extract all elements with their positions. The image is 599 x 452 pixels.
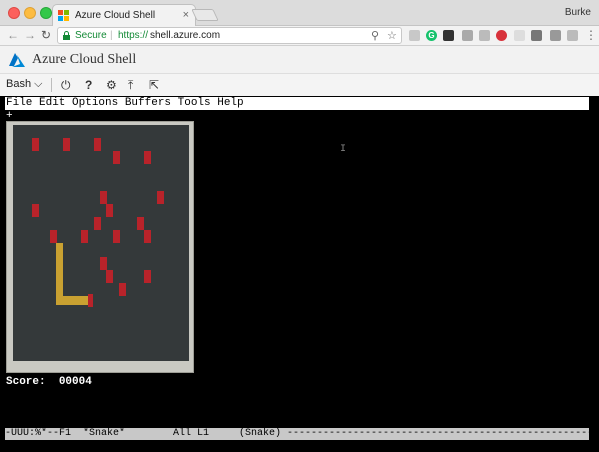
food-block — [94, 217, 101, 230]
vuejs-extension-icon[interactable] — [462, 30, 473, 41]
browser-toolbar: ← → ↻ Secure | https:// shell.azure.com … — [0, 26, 599, 46]
shell-type-label: Bash — [6, 78, 32, 90]
emacs-menu-bar[interactable]: File Edit Options Buffers Tools Help — [5, 97, 589, 110]
food-block — [94, 138, 101, 151]
grammarly-extension-icon[interactable]: G — [426, 30, 437, 41]
zoom-icon[interactable]: ⚲ — [371, 29, 379, 42]
food-block — [32, 138, 39, 151]
lock-icon — [63, 31, 70, 40]
food-block — [157, 191, 164, 204]
portal-header: Azure Cloud Shell — [0, 46, 599, 74]
snake-board — [13, 125, 189, 361]
score-label: Score: — [6, 376, 46, 388]
bookmark-star-icon[interactable]: ☆ — [387, 29, 397, 42]
screenshot-extension-icon[interactable] — [550, 30, 561, 41]
food-block — [63, 138, 70, 151]
score-display: Score: 00004 — [6, 376, 92, 388]
minimize-window-button[interactable] — [24, 7, 36, 19]
microsoft-logo-icon — [58, 10, 69, 21]
portal-title: Azure Cloud Shell — [32, 52, 137, 67]
food-block — [113, 230, 120, 243]
forward-icon[interactable]: → — [24, 28, 36, 42]
secure-label: Secure — [75, 30, 107, 41]
food-block — [100, 257, 107, 270]
maximize-window-button[interactable] — [40, 7, 52, 19]
shell-toolbar: Bash ⌵ ⏻ ? ⚙ ⤒ ⇱ — [0, 74, 599, 96]
extension-icon[interactable] — [531, 30, 542, 41]
open-editor-icon[interactable]: ⇱ — [149, 78, 159, 92]
mouse-cursor-icon: I — [340, 144, 347, 155]
score-value: 00004 — [58, 376, 92, 388]
food-block — [119, 283, 126, 296]
opera-extension-icon[interactable] — [496, 30, 507, 41]
url-host: shell.azure.com — [150, 30, 221, 41]
close-window-button[interactable] — [8, 7, 20, 19]
help-icon[interactable]: ? — [85, 78, 92, 92]
food-block — [137, 217, 144, 230]
food-block — [81, 230, 88, 243]
chrome-menu-icon[interactable]: ⋮ — [585, 28, 597, 42]
terminal[interactable]: File Edit Options Buffers Tools Help + I — [0, 96, 599, 452]
food-block — [113, 151, 120, 164]
browser-tab-strip: Azure Cloud Shell × Burke — [0, 0, 599, 27]
food-block — [106, 204, 113, 217]
settings-extension-icon[interactable] — [567, 30, 578, 41]
snake-game-frame — [6, 121, 194, 373]
tab-close-icon[interactable]: × — [183, 9, 189, 21]
food-block — [106, 270, 113, 283]
food-block — [50, 230, 57, 243]
toolbar-divider — [51, 78, 52, 92]
profile-name[interactable]: Burke — [565, 7, 591, 18]
upload-icon[interactable]: ⤒ — [128, 78, 133, 93]
back-icon[interactable]: ← — [7, 28, 19, 42]
url-scheme: https:// — [118, 30, 149, 41]
food-block — [32, 204, 39, 217]
new-tab-button[interactable] — [191, 9, 219, 21]
settings-icon[interactable]: ⚙ — [106, 78, 117, 92]
snake-body-horizontal — [56, 296, 88, 305]
puzzle-extension-icon[interactable] — [514, 30, 525, 41]
address-bar[interactable]: Secure | https:// shell.azure.com ⚲ ☆ — [57, 27, 402, 44]
cloud-extension-icon[interactable] — [409, 30, 420, 41]
ublock-extension-icon[interactable] — [479, 30, 490, 41]
browser-tab[interactable]: Azure Cloud Shell × — [52, 4, 196, 27]
emacs-mode-line: -UUU:%*--F1 *Snake* All L1 (Snake) -----… — [5, 428, 589, 440]
food-block — [144, 270, 151, 283]
power-icon[interactable]: ⏻ — [61, 78, 71, 93]
chevron-down-icon: ⌵ — [34, 78, 43, 90]
tab-title: Azure Cloud Shell — [75, 10, 156, 21]
reload-icon[interactable]: ↻ — [41, 28, 51, 42]
layers-extension-icon[interactable] — [443, 30, 454, 41]
shell-type-select[interactable]: Bash ⌵ — [6, 78, 42, 91]
snake-head — [88, 294, 93, 307]
omnibox-divider: | — [110, 30, 113, 41]
food-block — [144, 151, 151, 164]
food-block — [144, 230, 151, 243]
food-block — [100, 191, 107, 204]
azure-logo-icon — [9, 53, 25, 67]
